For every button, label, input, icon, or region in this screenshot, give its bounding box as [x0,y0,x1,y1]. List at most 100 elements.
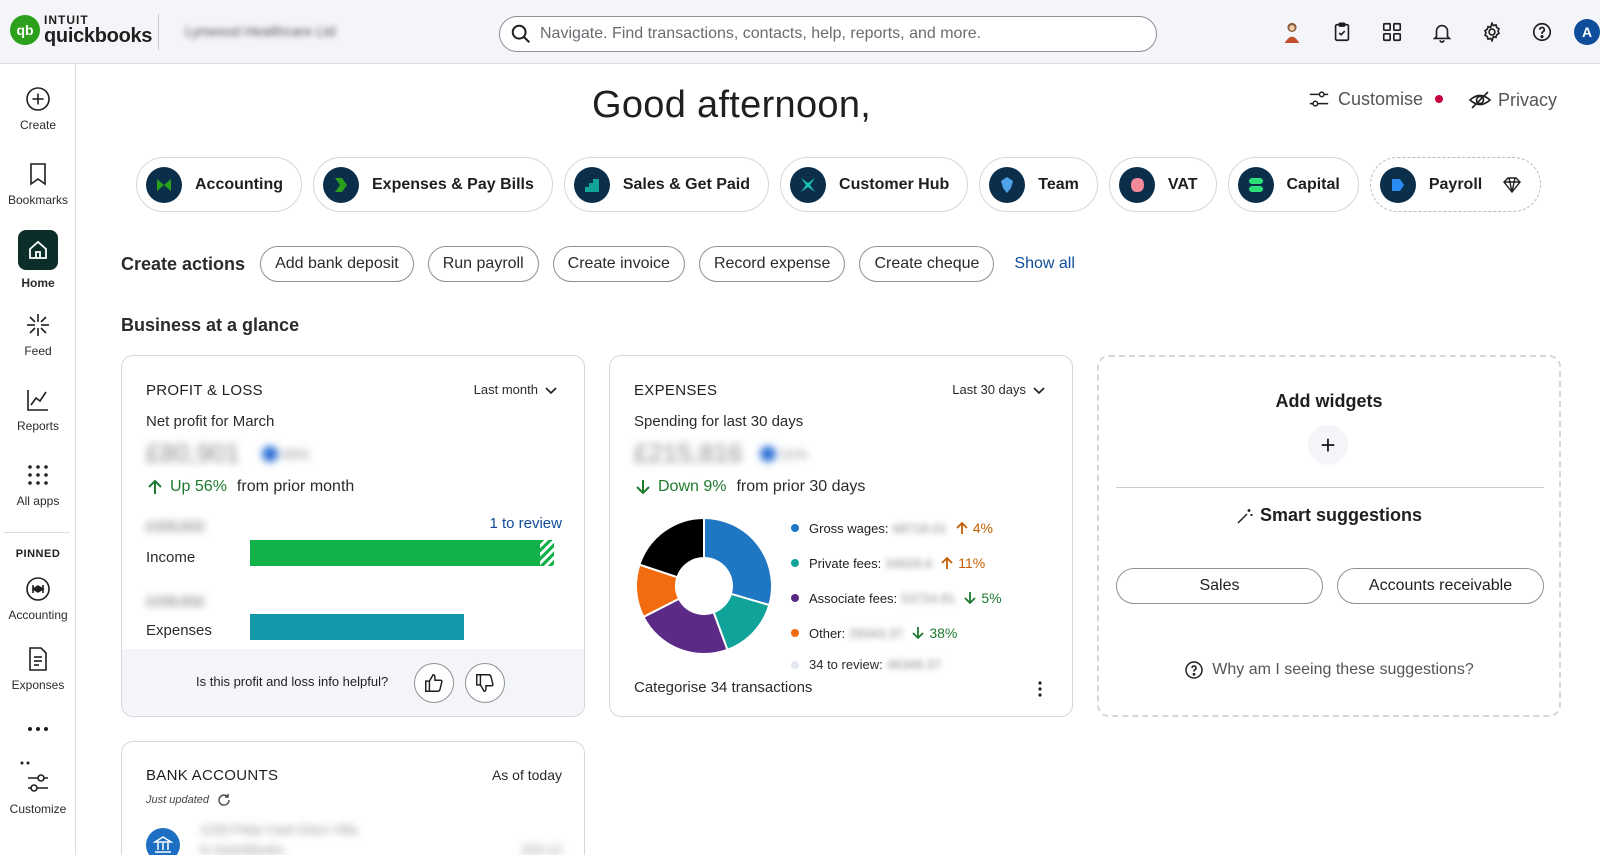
spending-trend: Down 9% from prior 30 days [634,478,865,496]
app-accounting[interactable]: Accounting [136,157,302,212]
profit-loss-title: PROFIT & LOSS [146,382,263,399]
business-glance-title: Business at a glance [121,315,300,335]
document-icon [29,647,47,671]
nav-customize[interactable]: Customize [0,754,76,816]
income-amount: £325,833 [146,518,205,534]
app-expenses-pay-bills[interactable]: Expenses & Pay Bills [313,157,553,212]
sliders-icon [28,774,48,792]
nav-create[interactable]: Create [0,86,76,132]
nav-home-label: Home [21,276,55,290]
qb-logo-icon: qb [10,15,40,45]
app-capital[interactable]: Capital [1227,157,1359,212]
left-navigation: Create Bookmarks Home Feed Reports All a… [0,64,76,855]
expenses-bar[interactable] [250,614,464,640]
create-cheque-button[interactable]: Create cheque [859,246,995,282]
app-customer-hub[interactable]: Customer Hub [780,157,969,212]
apps-grid-icon[interactable] [1378,18,1406,46]
legend-associate-fees[interactable]: Associate fees: 53724.81 5% [791,590,1002,606]
refresh-icon[interactable] [217,793,231,807]
legend-private-fees[interactable]: Private fees: 34629.6 11% [791,555,985,571]
accounting-icon [26,577,50,601]
bank-accounts-title: BANK ACCOUNTS [146,767,279,784]
bell-icon[interactable] [1428,18,1456,46]
run-payroll-button[interactable]: Run payroll [427,246,539,282]
dots-grid-icon [28,465,48,485]
home-icon [29,240,47,259]
legend-gross-wages[interactable]: Gross wages: 68718.01 4% [791,520,993,536]
nav-more[interactable] [0,722,76,736]
notification-dot [1435,95,1444,103]
profit-loss-range-dropdown[interactable]: Last month [474,382,558,397]
arrow-up-icon [941,556,953,569]
expenses-card: EXPENSES Last 30 days Spending for last … [609,355,1073,717]
search-input[interactable]: Navigate. Find transactions, contacts, h… [499,16,1157,52]
nav-feed[interactable]: Feed [0,312,76,358]
why-suggestions-link[interactable]: Why am I seeing these suggestions? [1099,660,1559,680]
nav-all-apps[interactable]: All apps [0,462,76,508]
arrow-down-icon [964,592,977,605]
net-profit-label: Net profit for March [146,413,275,430]
privacy-toggle[interactable]: Privacy [1468,88,1557,112]
nav-accounting[interactable]: Accounting [0,576,76,622]
app-vat[interactable]: VAT [1108,157,1217,212]
nav-expenses[interactable]: Exponses [0,646,76,692]
nav-customize-label: Customize [9,802,67,816]
clipboard-icon[interactable] [1328,18,1356,46]
income-review-link[interactable]: 1 to review [489,515,562,532]
quickbooks-logo[interactable]: qb INTUIT quickbooks [10,14,152,46]
income-bar[interactable] [250,540,540,566]
accounts-receivable-suggestion-button[interactable]: Accounts receivable [1337,568,1544,604]
categorise-link[interactable]: Categorise 34 transactions [634,679,812,696]
spending-amount: £215,816 [634,438,743,468]
app-sales-get-paid[interactable]: Sales & Get Paid [563,157,770,212]
thumbs-up-button[interactable] [414,663,454,703]
thumbs-up-icon [425,674,443,692]
bank-account-name[interactable]: 1230 Petty Cash Edco Villa [200,822,357,837]
net-profit-badge: 69% [262,446,310,462]
legend-other[interactable]: Other: 29343.37 38% [791,625,957,641]
feedback-bar: Is this profit and loss info helpful? [122,649,584,716]
app-payroll[interactable]: Payroll [1369,157,1542,212]
create-actions-bar: Create actions Add bank deposit Run payr… [121,246,1075,282]
quickbooks-wordmark: quickbooks [44,25,153,47]
thumbs-down-icon [476,674,494,692]
magic-wand-icon [1237,508,1253,524]
user-photo-icon[interactable] [1278,18,1306,46]
nav-bookmarks[interactable]: Bookmarks [0,161,76,207]
nav-create-label: Create [19,118,57,132]
expenses-label: Expenses [146,622,212,639]
show-all-link[interactable]: Show all [1014,255,1074,273]
accounting-app-icon [157,178,171,191]
nav-home[interactable]: Home [0,230,76,290]
customise-label: Customise [1338,88,1424,109]
add-bank-deposit-button[interactable]: Add bank deposit [260,246,414,282]
kebab-menu-icon[interactable] [1038,681,1042,697]
add-widget-button[interactable]: + [1308,425,1348,465]
donut-slice-gross-wages[interactable] [703,516,773,607]
just-updated-status: Just updated [146,793,231,807]
help-icon[interactable] [1528,18,1556,46]
spending-label: Spending for last 30 days [634,413,804,430]
legend-to-review[interactable]: 34 to review: 46348.37 [791,657,941,672]
create-invoice-button[interactable]: Create invoice [552,246,685,282]
diamond-icon [1503,176,1522,193]
company-name[interactable]: Lynwood Healthcare Ltd [185,23,335,39]
net-profit-amount: £80,901 [146,438,240,468]
home-icon-box [18,230,58,270]
expenses-range-dropdown[interactable]: Last 30 days [952,382,1046,397]
donut-slice-34-to-review[interactable] [638,516,705,579]
expenses-donut-chart[interactable] [634,516,774,656]
gear-icon[interactable] [1478,18,1506,46]
apps-row: Accounting Expenses & Pay Bills Sales & … [136,157,1552,212]
capital-app-icon [1248,177,1263,192]
thumbs-down-button[interactable] [465,663,505,703]
customise-sliders-icon [1309,91,1329,107]
app-team[interactable]: Team [979,157,1098,212]
user-avatar[interactable]: A [1574,19,1600,45]
customise-button[interactable]: Customise [1308,88,1444,110]
record-expense-button[interactable]: Record expense [698,246,846,282]
bank-account-subtitle: In QuickBooks [200,842,284,855]
nav-all-apps-label: All apps [16,494,60,508]
nav-reports[interactable]: Reports [0,387,76,433]
sales-suggestion-button[interactable]: Sales [1116,568,1323,604]
